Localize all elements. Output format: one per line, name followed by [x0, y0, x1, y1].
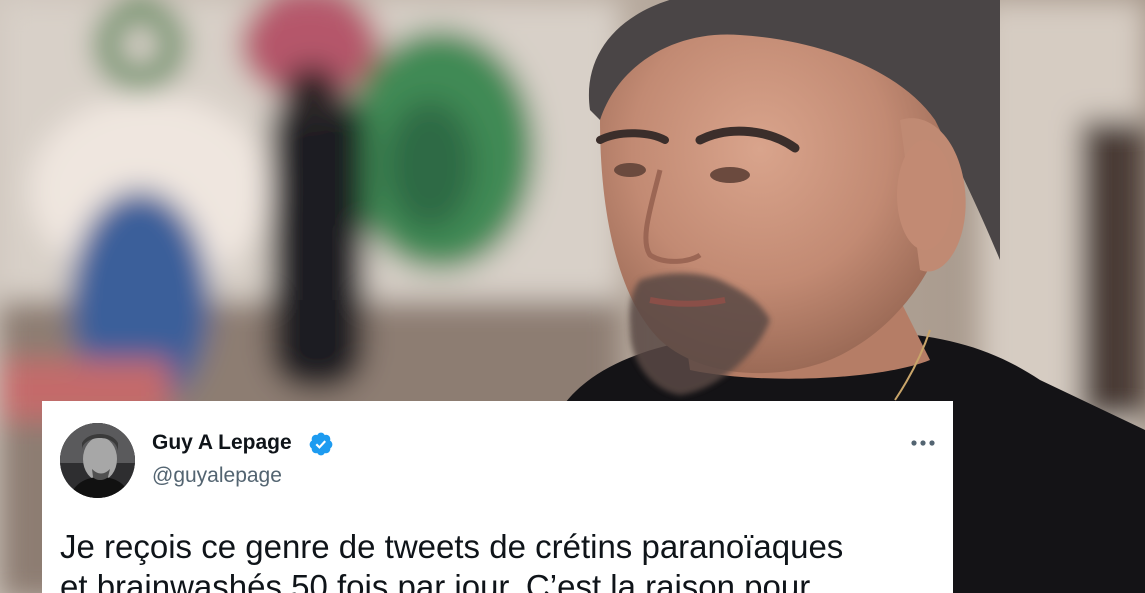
tweet-text: Je reçois ce genre de tweets de crétins … — [60, 527, 940, 593]
tweet-text-line: et brainwashés 50 fois par jour. C’est l… — [60, 568, 811, 593]
display-name[interactable]: Guy A Lepage — [152, 431, 292, 455]
tweet-card[interactable]: Guy A Lepage @guyalepage Je reçois ce ge… — [42, 401, 953, 593]
more-options-icon[interactable] — [908, 433, 938, 453]
user-handle[interactable]: @guyalepage — [152, 464, 282, 488]
screenshot-scene: Guy A Lepage @guyalepage Je reçois ce ge… — [0, 0, 1145, 593]
verified-badge-icon — [309, 432, 333, 456]
avatar-photo — [60, 423, 135, 498]
tweet-text-line: Je reçois ce genre de tweets de crétins … — [60, 528, 844, 565]
user-avatar[interactable] — [60, 423, 135, 498]
